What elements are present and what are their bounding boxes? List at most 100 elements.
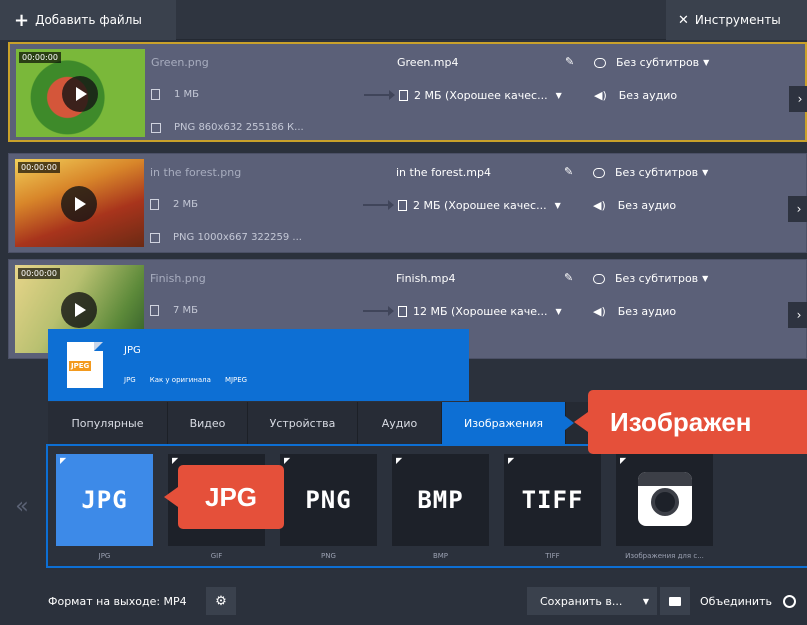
scroll-left-icon[interactable]: « [0,444,44,568]
format-grid: ◤ JPG JPG ◤ GIF ◤ PNG PNG ◤ BMP BMP ◤ TI… [46,444,807,568]
speaker-icon: ◀) [594,89,607,102]
save-to-button[interactable]: Сохранить в... ▼ [527,587,657,615]
pencil-icon[interactable]: ✎ [565,55,574,68]
speech-bubble-icon [593,273,605,284]
row-options-button[interactable]: › [788,196,807,222]
format-tile-jpg[interactable]: ◤ JPG [56,454,153,546]
add-files-label: Добавить файлы [35,13,142,27]
caret-down-icon: ▼ [703,58,710,67]
output-size-label: 2 МБ (Хорошее качес... [413,199,547,212]
format-label-jpg: JPG [98,552,111,560]
output-size-dropdown[interactable]: 2 МБ (Хорошее качес... ▼ [399,89,562,102]
format-label-png: PNG [321,552,336,560]
format-tile-tiff[interactable]: ◤ TIFF [504,454,601,546]
output-size-dropdown[interactable]: 2 МБ (Хорошее качес... ▼ [398,199,561,212]
subtitles-dropdown[interactable]: Без субтитров ▼ [593,272,708,285]
tab-popular[interactable]: Популярные [48,402,168,444]
bmp-logo: BMP [417,486,464,514]
file-icon [398,200,407,211]
source-size: 7 МБ [150,305,198,316]
source-size-label: 7 МБ [173,305,199,316]
source-info-label: PNG 860x632 255186 К... [174,122,304,133]
format-label-social-images: Изображения для с... [625,552,704,560]
audio-dropdown[interactable]: ◀) Без аудио [594,89,677,102]
tooltip-meta: JPG Как у оригинала MJPEG [124,376,247,384]
source-filename: in the forest.png [150,166,242,179]
audio-label: Без аудио [617,199,677,212]
timecode: 00:00:00 [18,268,60,279]
tooltip-meta-codec: MJPEG [224,376,248,384]
arrow-right-icon [364,90,395,100]
source-filename: Finish.png [150,272,206,285]
format-tile-social-images[interactable]: ◤ [616,454,713,546]
source-info-label: PNG 1000x667 322259 ... [173,232,302,243]
pencil-icon[interactable]: ✎ [564,165,573,178]
source-info[interactable]: PNG 1000x667 322259 ... [150,232,302,243]
source-info[interactable]: PNG 860x632 255186 К... [151,122,304,133]
subtitles-dropdown[interactable]: Без субтитров ▼ [593,166,708,179]
file-icon [150,305,159,316]
format-label-tiff: TIFF [545,552,560,560]
info-icon [151,122,161,133]
audio-dropdown[interactable]: ◀) Без аудио [593,199,676,212]
tab-audio[interactable]: Аудио [358,402,442,444]
top-toolbar: + Добавить файлы ✕ Инструменты [0,0,807,40]
row-options-button[interactable]: › [789,86,807,112]
format-tile-png[interactable]: ◤ PNG [280,454,377,546]
output-size-dropdown[interactable]: 12 МБ (Хорошее каче... ▼ [398,305,562,318]
save-to-label: Сохранить в... [540,594,623,608]
video-thumbnail[interactable]: 00:00:00 [16,49,145,137]
output-filename[interactable]: Finish.mp4 [396,272,456,285]
caret-down-icon: ▼ [554,201,561,210]
file-row[interactable]: 00:00:00 Green.png 1 МБ PNG 860x632 2551… [8,42,807,142]
caret-down-icon: ▼ [555,91,562,100]
file-icon [151,89,160,100]
jpg-callout: JPG [164,465,284,529]
subtitles-label: Без субтитров [615,272,699,285]
row-options-button[interactable]: › [788,302,807,328]
pencil-icon[interactable]: ✎ [564,271,573,284]
source-size-label: 1 МБ [174,89,200,100]
output-format-label: Формат на выходе: MP4 [48,595,187,608]
subtitles-dropdown[interactable]: Без субтитров ▼ [594,56,709,69]
file-list: 00:00:00 Green.png 1 МБ PNG 860x632 2551… [0,40,807,362]
jpeg-file-icon: JPEG [67,342,103,388]
source-size: 1 МБ [151,89,199,100]
tab-devices[interactable]: Устройства [248,402,358,444]
format-label-gif: GIF [210,552,223,560]
file-row[interactable]: 00:00:00 in the forest.png 2 МБ PNG 1000… [8,153,807,253]
folder-icon [669,596,681,606]
add-files-button[interactable]: + Добавить файлы [0,0,176,40]
tooltip-meta-size: Как у оригинала [149,376,211,384]
tools-label: Инструменты [694,13,781,27]
audio-dropdown[interactable]: ◀) Без аудио [593,305,676,318]
tiff-logo: TIFF [521,486,584,514]
folder-button[interactable] [660,587,690,615]
gear-icon[interactable]: ⚙ [206,587,236,615]
format-gallery: « ◤ JPG JPG ◤ GIF ◤ PNG PNG ◤ BMP BMP ◤ … [0,444,807,568]
output-size-label: 2 МБ (Хорошее качес... [414,89,548,102]
camera-band [638,472,692,486]
merge-toggle[interactable] [783,595,796,608]
source-filename: Green.png [151,56,209,69]
subtitles-label: Без субтитров [615,166,699,179]
caret-down-icon: ▼ [642,596,649,606]
info-icon [150,232,160,243]
jpg-logo: JPG [81,486,128,514]
tab-video[interactable]: Видео [168,402,248,444]
images-tab-callout: Изображен [574,390,807,454]
jpeg-file-label: JPEG [69,361,92,371]
play-icon[interactable] [61,186,97,222]
tab-images[interactable]: Изображения [442,402,574,444]
play-icon[interactable] [62,76,98,112]
output-filename[interactable]: Green.mp4 [397,56,459,69]
format-tile-bmp[interactable]: ◤ BMP [392,454,489,546]
speaker-icon: ◀) [593,305,606,318]
merge-label: Объединить [700,595,772,608]
play-icon[interactable] [61,292,97,328]
file-icon [150,199,159,210]
source-size: 2 МБ [150,199,198,210]
output-filename[interactable]: in the forest.mp4 [396,166,491,179]
tools-button[interactable]: ✕ Инструменты [666,0,807,40]
video-thumbnail[interactable]: 00:00:00 [15,159,144,247]
